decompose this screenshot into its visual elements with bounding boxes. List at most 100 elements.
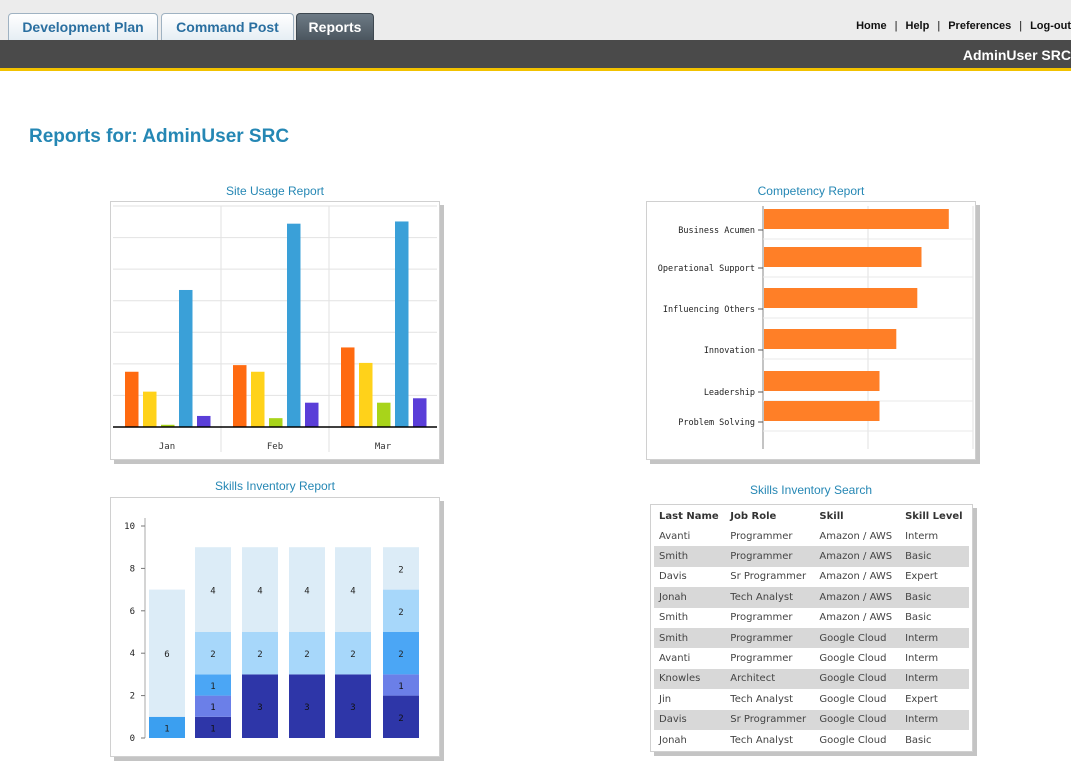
table-cell: Interm — [900, 526, 969, 547]
segment-label: 2 — [350, 650, 355, 660]
table-row[interactable]: Jonah Tech Analyst Amazon / AWS Basic — [654, 587, 969, 608]
table-cell: Interm — [900, 627, 969, 649]
y-tick-label: Innovation — [704, 346, 755, 356]
chart-bar — [764, 401, 880, 421]
current-user-name: AdminUser SRC — [962, 47, 1071, 63]
segment-label: 1 — [210, 703, 215, 713]
segment-label: 1 — [210, 682, 215, 692]
table-cell: Google Cloud — [814, 648, 901, 669]
table-cell: Basic — [900, 587, 969, 608]
table-cell: Davis — [654, 709, 726, 730]
y-tick-label: 6 — [130, 607, 135, 617]
site-usage-panel: Jan Feb Mar — [110, 201, 440, 460]
chart-bar — [287, 223, 301, 427]
table-row[interactable]: Knowles Architect Google Cloud Interm — [654, 668, 969, 690]
table-row[interactable]: Smith Programmer Google Cloud Interm — [654, 627, 969, 649]
table-cell: Expert — [900, 689, 969, 710]
link-separator: | — [894, 20, 898, 32]
segment-label: 2 — [398, 650, 403, 660]
skills-search-table: Last Name Job Role Skill Skill Level Avanti… — [654, 507, 969, 751]
table-cell: Tech Analyst — [725, 587, 815, 608]
table-cell: Programmer — [725, 526, 815, 547]
table-cell: Google Cloud — [814, 689, 901, 710]
chart-bar — [125, 371, 139, 427]
skills-search-title: Skills Inventory Search — [749, 483, 873, 497]
table-cell: Knowles — [654, 668, 726, 690]
y-tick-label: 4 — [130, 649, 135, 659]
y-tick-label: Business Acumen — [678, 226, 755, 236]
segment-label: 3 — [257, 703, 262, 713]
chart-bar — [197, 415, 211, 427]
table-cell: Avanti — [654, 526, 726, 547]
table-cell: Amazon / AWS — [814, 587, 901, 608]
table-cell: Smith — [654, 607, 726, 628]
table-row[interactable]: Smith Programmer Amazon / AWS Basic — [654, 546, 969, 567]
skills-inventory-panel: 0 2 4 6 8 10 1 6 1 1 1 2 4 3 2 4 3 2 4 3 2 4 2 1 2 2 2 — [110, 497, 440, 757]
table-cell: Jonah — [654, 729, 726, 751]
table-cell: Basic — [900, 729, 969, 751]
table-cell: Google Cloud — [814, 668, 901, 690]
competency-title: Competency Report — [757, 184, 865, 198]
tab-reports[interactable]: Reports — [296, 13, 374, 40]
segment-label: 2 — [398, 565, 403, 575]
table-cell: Google Cloud — [814, 627, 901, 649]
table-row[interactable]: Davis Sr Programmer Google Cloud Interm — [654, 709, 969, 730]
segment-label: 3 — [350, 703, 355, 713]
y-tick-label: 0 — [130, 734, 135, 744]
tab-development-plan[interactable]: Development Plan — [8, 13, 158, 40]
preferences-link[interactable]: Preferences — [948, 20, 1011, 32]
y-tick-label: 10 — [124, 522, 135, 532]
page-title: Reports for: AdminUser SRC — [29, 126, 290, 147]
table-cell: Sr Programmer — [725, 566, 815, 588]
table-row[interactable]: Smith Programmer Amazon / AWS Basic — [654, 607, 969, 628]
segment-label: 1 — [398, 682, 403, 692]
y-tick-label: 2 — [130, 692, 135, 702]
segment-label: 2 — [398, 714, 403, 724]
skills-inventory-chart: 0246810161112432432432421222 — [124, 518, 419, 744]
chart-bar — [764, 288, 918, 308]
table-row[interactable]: Jin Tech Analyst Google Cloud Expert — [654, 689, 969, 710]
x-tick-label: Feb — [267, 442, 283, 452]
y-tick-label: Leadership — [704, 388, 755, 398]
chart-bar — [143, 391, 157, 427]
table-cell: Interm — [900, 648, 969, 669]
help-link[interactable]: Help — [906, 20, 930, 32]
user-bar: AdminUser SRC — [0, 40, 1071, 71]
chart-bar — [359, 362, 373, 427]
table-cell: Google Cloud — [814, 729, 901, 751]
skills-inventory-title: Skills Inventory Report — [214, 479, 336, 493]
chart-bar — [233, 365, 247, 427]
skills-search-panel: Last Name Job Role Skill Skill Level Avanti… — [650, 504, 973, 752]
chart-bar — [764, 209, 949, 229]
segment-label: 2 — [210, 650, 215, 660]
y-tick-label: 8 — [130, 564, 135, 574]
y-tick-label: Influencing Others — [663, 305, 755, 315]
segment-label: 4 — [257, 587, 262, 597]
table-row[interactable]: Avanti Programmer Amazon / AWS Interm — [654, 526, 969, 547]
table-cell: Tech Analyst — [725, 729, 815, 751]
table-cell: Amazon / AWS — [814, 526, 901, 547]
chart-bar — [764, 329, 897, 349]
competency-panel: Business Acumen Operational Support Influe… — [646, 201, 976, 460]
y-tick-label: Problem Solving — [678, 418, 755, 428]
table-cell: Expert — [900, 566, 969, 588]
table-cell: Jonah — [654, 587, 726, 608]
table-cell: Architect — [725, 668, 815, 690]
table-cell: Interm — [900, 709, 969, 730]
table-cell: Programmer — [725, 648, 815, 669]
site-usage-chart: Jan Feb Mar — [113, 205, 437, 452]
table-row[interactable]: Avanti Programmer Google Cloud Interm — [654, 648, 969, 669]
segment-label: 1 — [164, 724, 169, 734]
table-row[interactable]: Davis Sr Programmer Amazon / AWS Expert — [654, 566, 969, 588]
chart-bar — [269, 418, 283, 427]
chart-bar — [764, 247, 922, 267]
table-cell: Programmer — [725, 627, 815, 649]
tab-command-post[interactable]: Command Post — [161, 13, 294, 40]
table-row[interactable]: Jonah Tech Analyst Google Cloud Basic — [654, 729, 969, 751]
table-cell: Interm — [900, 668, 969, 690]
column-header: Skill — [814, 507, 901, 526]
logout-link[interactable]: Log-out — [1030, 20, 1071, 32]
home-link[interactable]: Home — [856, 20, 887, 32]
table-cell: Amazon / AWS — [814, 546, 901, 567]
segment-label: 1 — [210, 724, 215, 734]
